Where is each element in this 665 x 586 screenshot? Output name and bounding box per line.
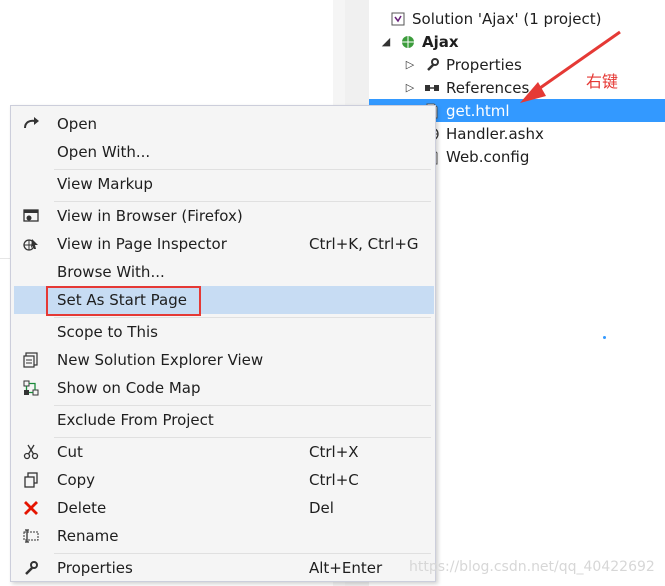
menu-label-view-markup: View Markup [57,175,153,193]
copy-icon [16,466,46,494]
menu-item-show-on-code-map[interactable]: Show on Code Map [14,374,434,402]
menu-item-copy[interactable]: Copy Ctrl+C [14,466,434,494]
menu-label-browse-with: Browse With... [57,263,165,281]
menu-label-show-on-code-map: Show on Code Map [57,379,201,397]
wrench-icon [16,554,46,582]
menu-label-open-with: Open With... [57,143,151,161]
menu-shortcut-cut: Ctrl+X [309,443,359,461]
menu-label-scope-to-this: Scope to This [57,323,158,341]
menu-item-view-markup[interactable]: View Markup [14,170,434,198]
rename-icon [16,522,46,550]
menu-label-new-solution-explorer-view: New Solution Explorer View [57,351,264,369]
menu-item-exclude-from-project[interactable]: Exclude From Project [14,406,434,434]
menu-item-rename[interactable]: Rename [14,522,434,550]
menu-item-delete[interactable]: Delete Del [14,494,434,522]
menu-item-scope-to-this[interactable]: Scope to This [14,318,434,346]
new-view-icon [16,346,46,374]
delete-x-icon [16,494,46,522]
menu-item-open-with[interactable]: Open With... [14,138,434,166]
menu-label-properties: Properties [57,559,133,577]
menu-item-properties[interactable]: Properties Alt+Enter [14,554,434,582]
menu-shortcut-delete: Del [309,499,334,517]
menu-item-view-in-page-inspector[interactable]: View in Page Inspector Ctrl+K, Ctrl+G [14,230,434,258]
context-menu: Open Open With... View Markup View in Br… [10,105,436,582]
menu-shortcut-copy: Ctrl+C [309,471,359,489]
menu-label-copy: Copy [57,471,96,489]
menu-label-view-in-page-inspector: View in Page Inspector [57,235,227,253]
menu-label-cut: Cut [57,443,83,461]
code-map-icon [16,374,46,402]
menu-item-cut[interactable]: Cut Ctrl+X [14,438,434,466]
menu-label-open: Open [57,115,98,133]
menu-item-view-in-browser[interactable]: View in Browser (Firefox) [14,202,434,230]
menu-item-new-solution-explorer-view[interactable]: New Solution Explorer View [14,346,434,374]
annotation-label: 右键 [586,72,619,91]
menu-label-rename: Rename [57,527,119,545]
menu-item-browse-with[interactable]: Browse With... [14,258,434,286]
browser-icon [16,202,46,230]
page-inspector-icon [16,230,46,258]
scissors-icon [16,438,46,466]
menu-label-exclude-from-project: Exclude From Project [57,411,214,429]
red-highlight-box [46,286,201,316]
menu-shortcut-page-inspector: Ctrl+K, Ctrl+G [309,235,419,253]
menu-label-view-in-browser: View in Browser (Firefox) [57,207,243,225]
watermark: https://blog.csdn.net/qq_40422692 [409,559,655,575]
cursor-dot [603,336,606,339]
menu-label-delete: Delete [57,499,107,517]
menu-shortcut-properties: Alt+Enter [309,559,383,577]
open-arrow-icon [16,110,46,138]
menu-item-open[interactable]: Open [14,110,434,138]
